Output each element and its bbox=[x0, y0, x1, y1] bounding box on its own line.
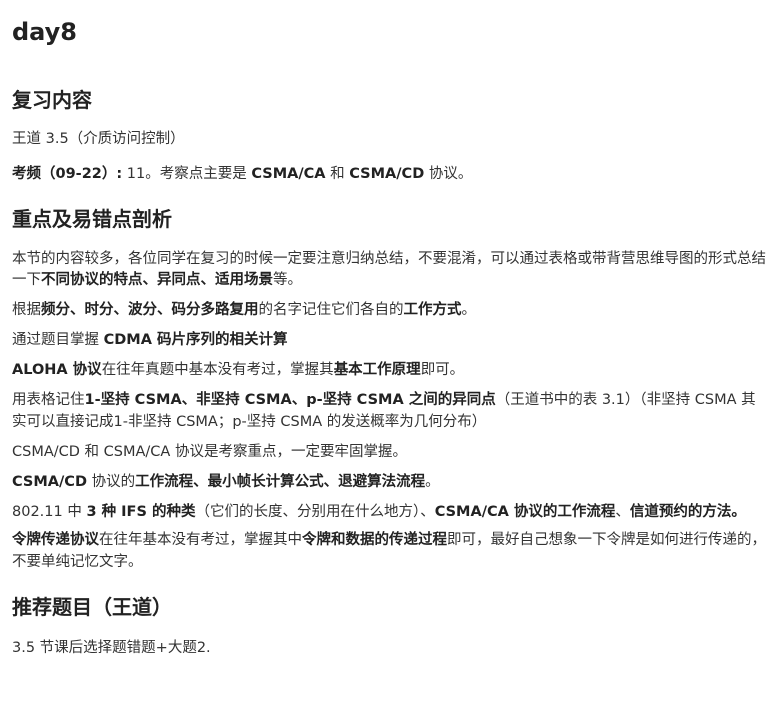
kp9-c: 令牌和数据的传递过程 bbox=[302, 532, 447, 548]
kp8-e: 、 bbox=[615, 504, 630, 520]
key-point-4: ALOHA 协议在往年真题中基本没有考过，掌握其基本工作原理即可。 bbox=[12, 359, 769, 381]
kp4-c: 基本工作原理 bbox=[333, 362, 421, 378]
kp3-b: CDMA 码片序列的相关计算 bbox=[103, 332, 288, 348]
kp2-c: 的名字记住它们各自的 bbox=[258, 302, 404, 318]
kp7-d: 。 bbox=[425, 474, 440, 490]
kp5-a: 用表格记住 bbox=[12, 392, 85, 408]
freq-count: 11。考察点主要是 bbox=[122, 166, 252, 182]
kp2-d: 工作方式 bbox=[403, 302, 462, 318]
document-page: day8 复习内容 王道 3.5（介质访问控制） 考频（09-22）: 11。考… bbox=[0, 0, 781, 726]
key-point-1: 本节的内容较多，各位同学在复习的时候一定要注意归纳总结，不要混淆，可以通过表格或… bbox=[12, 249, 769, 291]
heading-review: 复习内容 bbox=[12, 88, 92, 112]
heading-key-points: 重点及易错点剖析 bbox=[12, 207, 172, 231]
freq-and: 和 bbox=[325, 166, 350, 182]
kp8-b: 3 种 IFS 的种类 bbox=[86, 504, 196, 520]
kp4-d: 即可。 bbox=[420, 362, 465, 378]
kp1-bold: 不同协议的特点、异同点、适用场景 bbox=[41, 272, 273, 288]
freq-end: 协议。 bbox=[424, 166, 473, 182]
review-source: 王道 3.5（介质访问控制） bbox=[12, 131, 185, 147]
kp7-c: 工作流程、最小帧长计算公式、退避算法流程 bbox=[135, 474, 426, 490]
kp4-b: 在往年真题中基本没有考过，掌握其 bbox=[101, 362, 334, 378]
kp5-b: 1-坚持 CSMA、非坚持 CSMA、p-坚持 CSMA 之间的异同点 bbox=[84, 392, 496, 408]
freq-label: 考频（09-22）: bbox=[12, 166, 123, 182]
kp4-a: ALOHA 协议 bbox=[12, 362, 102, 378]
kp2-b: 频分、时分、波分、码分多路复用 bbox=[41, 302, 259, 318]
kp9-a: 令牌传递协议 bbox=[12, 532, 99, 548]
kp8-a: 802.11 中 bbox=[12, 504, 87, 520]
kp2-a: 根据 bbox=[12, 302, 41, 318]
kp8-f: 信道预约的方法。 bbox=[629, 504, 746, 520]
key-point-8: 802.11 中 3 种 IFS 的种类（它们的长度、分别用在什么地方）、CSM… bbox=[12, 501, 769, 523]
key-point-7: CSMA/CD 协议的工作流程、最小帧长计算公式、退避算法流程。 bbox=[12, 471, 769, 493]
kp2-e: 。 bbox=[461, 302, 477, 318]
key-point-5: 用表格记住1-坚持 CSMA、非坚持 CSMA、p-坚持 CSMA 之间的异同点… bbox=[12, 389, 769, 433]
key-point-3: 通过题目掌握 CDMA 码片序列的相关计算 bbox=[12, 329, 769, 351]
key-point-6: CSMA/CD 和 CSMA/CA 协议是考察重点，一定要牢固掌握。 bbox=[12, 444, 407, 460]
kp7-b: 协议的 bbox=[86, 474, 136, 490]
kp9-b: 在往年基本没有考过，掌握其中 bbox=[99, 532, 302, 548]
page-title: day8 bbox=[12, 18, 77, 46]
freq-csmaca: CSMA/CA bbox=[251, 166, 326, 182]
kp8-d: CSMA/CA 协议的工作流程 bbox=[434, 504, 616, 520]
recommended-exercises: 3.5 节课后选择题错题+大题2. bbox=[12, 640, 211, 656]
kp8-c: （它们的长度、分别用在什么地方）、 bbox=[195, 504, 435, 520]
heading-recommended: 推荐题目（王道） bbox=[12, 595, 172, 619]
kp1-end: 等。 bbox=[273, 272, 302, 288]
review-frequency: 考频（09-22）: 11。考察点主要是 CSMA/CA 和 CSMA/CD 协… bbox=[12, 163, 769, 185]
key-point-2: 根据频分、时分、波分、码分多路复用的名字记住它们各自的工作方式。 bbox=[12, 299, 769, 321]
kp7-a: CSMA/CD bbox=[12, 474, 87, 490]
freq-csmacd: CSMA/CD bbox=[349, 166, 425, 182]
kp3-a: 通过题目掌握 bbox=[12, 332, 104, 348]
key-point-9: 令牌传递协议在往年基本没有考过，掌握其中令牌和数据的传递过程即可，最好自己想象一… bbox=[12, 529, 769, 573]
